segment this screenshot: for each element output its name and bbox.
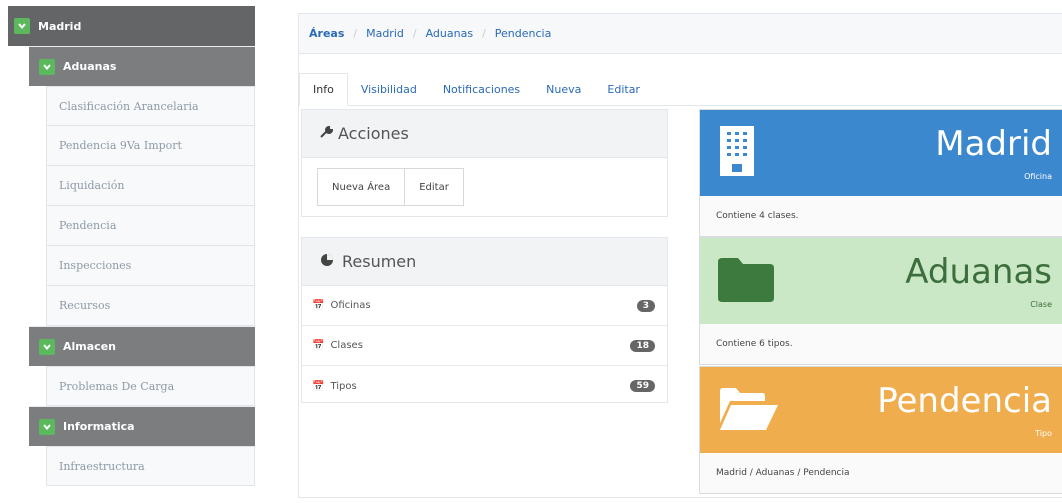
card-title: Aduanas [905,252,1052,292]
calendar-icon: 📅 [312,340,325,351]
sidebar-group-label: Aduanas [63,60,117,73]
card-oficina-madrid[interactable]: Madrid Oficina Contiene 4 clases. [699,109,1062,237]
sidebar-item-recursos[interactable]: Recursos [46,286,255,326]
card-title: Pendencia [877,381,1052,421]
card-header: Pendencia Tipo [700,367,1062,453]
acciones-title: Acciones [338,124,409,143]
count-badge: 3 [636,299,655,312]
chevron-down-icon[interactable] [39,418,55,435]
calendar-icon: 📅 [312,300,325,311]
sidebar: Madrid Aduanas Clasificación Arancelaria… [8,6,255,486]
breadcrumb-separator: / [353,27,358,40]
sidebar-item-inspecciones[interactable]: Inspecciones [46,246,255,286]
wrench-icon [320,125,334,143]
sidebar-item-infraestructura[interactable]: Infraestructura [46,446,255,486]
main-content: Áreas / Madrid / Aduanas / Pendencia Inf… [298,13,1062,498]
count-badge: 18 [630,339,655,352]
card-header: Madrid Oficina [700,110,1062,196]
chevron-down-icon[interactable] [14,18,30,34]
card-subtitle: Tipo [1035,429,1052,438]
sidebar-group-almacen[interactable]: Almacen [29,326,255,366]
card-tipo-pendencia[interactable]: Pendencia Tipo Madrid / Aduanas / Penden… [699,366,1062,494]
resumen-row-label: Oficinas [330,300,371,311]
sidebar-root-label: Madrid [38,19,82,33]
sidebar-item-pendencia[interactable]: Pendencia [46,206,255,246]
nueva-area-button[interactable]: Nueva Área [318,169,405,205]
card-subtitle: Oficina [1024,172,1052,181]
calendar-icon: 📅 [312,380,325,392]
resumen-title: Resumen [342,252,417,271]
sidebar-group-aduanas[interactable]: Aduanas [29,46,255,86]
sidebar-group-label: Almacen [63,340,116,353]
resumen-header: Resumen [302,238,667,286]
breadcrumb: Áreas / Madrid / Aduanas / Pendencia [299,14,1062,54]
card-clase-aduanas[interactable]: Aduanas Clase Contiene 6 tipos. [699,237,1062,365]
card-subtitle: Clase [1030,300,1052,309]
card-header: Aduanas Clase [700,238,1062,324]
sidebar-root-madrid[interactable]: Madrid [8,6,255,46]
tab-editar[interactable]: Editar [594,83,653,105]
tab-info[interactable]: Info [299,73,348,106]
folder-icon [718,256,774,305]
folder-open-icon [718,387,780,434]
breadcrumb-item-pendencia[interactable]: Pendencia [495,27,552,40]
sidebar-item-liquidacion[interactable]: Liquidación [46,166,255,206]
sidebar-item-clasificacion[interactable]: Clasificación Arancelaria [46,86,255,126]
chevron-down-icon[interactable] [39,58,55,75]
card-footer: Contiene 6 tipos. [716,339,793,349]
breadcrumb-separator: / [412,27,417,40]
building-icon [718,124,756,181]
sidebar-group-informatica[interactable]: Informatica [29,406,255,446]
acciones-button-group: Nueva Área Editar [317,168,464,206]
tab-visibilidad[interactable]: Visibilidad [348,83,430,105]
sidebar-group-label: Informatica [63,420,135,433]
resumen-row-tipos[interactable]: 📅 Tipos 59 [302,366,667,406]
resumen-row-label: Tipos [330,380,357,392]
card-title: Madrid [935,124,1052,164]
resumen-row-clases[interactable]: 📅 Clases 18 [302,326,667,366]
chevron-down-icon[interactable] [39,338,55,355]
pie-chart-icon [320,253,334,271]
acciones-header: Acciones [302,110,667,158]
count-badge: 59 [630,380,655,392]
tab-notificaciones[interactable]: Notificaciones [430,83,533,105]
card-footer: Madrid / Aduanas / Pendencia [716,468,850,478]
sidebar-item-problemas-de-carga[interactable]: Problemas De Carga [46,366,255,406]
breadcrumb-item-aduanas[interactable]: Aduanas [426,27,473,40]
resumen-row-oficinas[interactable]: 📅 Oficinas 3 [302,286,667,326]
resumen-panel: Resumen 📅 Oficinas 3 📅 Clases 18 📅 Tipos… [301,237,668,403]
resumen-row-label: Clases [330,340,363,351]
breadcrumb-item-madrid[interactable]: Madrid [366,27,404,40]
acciones-panel: Acciones Nueva Área Editar [301,109,668,217]
card-footer: Contiene 4 clases. [716,211,799,221]
breadcrumb-separator: / [482,27,486,40]
breadcrumb-item-areas[interactable]: Áreas [309,27,344,40]
tab-bar: Info Visibilidad Notificaciones Nueva Ed… [299,73,1062,106]
editar-button[interactable]: Editar [404,169,463,205]
sidebar-item-pendencia-9va[interactable]: Pendencia 9Va Import [46,126,255,166]
tab-nueva[interactable]: Nueva [533,83,594,105]
